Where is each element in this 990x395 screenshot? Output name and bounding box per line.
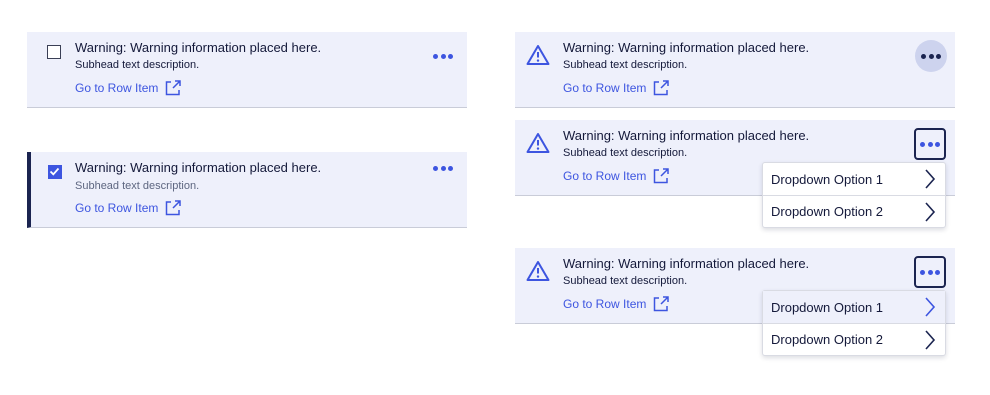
- list-row-unchecked[interactable]: Warning: Warning information placed here…: [27, 32, 467, 108]
- row-checkbox[interactable]: [47, 45, 61, 59]
- dropdown-option-label: Dropdown Option 2: [771, 332, 884, 347]
- external-link-icon: [654, 296, 670, 312]
- row-title: Warning: Warning information placed here…: [75, 160, 322, 175]
- warning-triangle-icon: [526, 133, 550, 153]
- more-horizontal-icon: [432, 53, 455, 59]
- row-title: Warning: Warning information placed here…: [563, 256, 810, 271]
- row-title: Warning: Warning information placed here…: [75, 40, 322, 55]
- more-options-button[interactable]: [914, 128, 946, 160]
- dropdown-option-label: Dropdown Option 1: [771, 171, 884, 187]
- more-horizontal-icon: [432, 165, 455, 171]
- go-to-row-link[interactable]: Go to Row Item: [75, 79, 182, 97]
- chevron-right-icon: [925, 201, 936, 222]
- row-subhead: Subhead text description.: [563, 275, 688, 287]
- dropdown-option-1[interactable]: Dropdown Option 1: [763, 291, 945, 323]
- warning-triangle-icon: [526, 45, 550, 65]
- dropdown-option-label: Dropdown Option 1: [771, 299, 884, 315]
- go-to-row-label: Go to Row Item: [563, 81, 647, 95]
- go-to-row-label: Go to Row Item: [563, 297, 647, 311]
- more-horizontal-icon: [919, 269, 942, 275]
- chevron-right-icon: [925, 169, 936, 189]
- row-subhead: Subhead text description.: [75, 59, 200, 71]
- external-link-icon: [166, 80, 182, 96]
- row-title: Warning: Warning information placed here…: [563, 128, 810, 143]
- more-options-button[interactable]: [427, 152, 459, 184]
- dropdown-option-1[interactable]: Dropdown Option 1: [763, 163, 945, 195]
- more-options-button[interactable]: [915, 40, 947, 72]
- go-to-row-label: Go to Row Item: [75, 201, 159, 215]
- external-link-icon: [654, 80, 670, 96]
- row-subhead: Subhead text description.: [563, 59, 688, 71]
- checkmark-icon: [49, 167, 60, 176]
- go-to-row-label: Go to Row Item: [563, 169, 647, 183]
- list-row-selected[interactable]: Warning: Warning information placed here…: [27, 152, 467, 228]
- row-title: Warning: Warning information placed here…: [563, 40, 810, 55]
- dropdown-option-2[interactable]: Dropdown Option 2: [763, 195, 945, 227]
- chevron-right-icon: [925, 329, 936, 350]
- go-to-row-label: Go to Row Item: [75, 81, 159, 95]
- go-to-row-link[interactable]: Go to Row Item: [563, 79, 670, 97]
- more-options-button[interactable]: [914, 256, 946, 288]
- row-subhead: Subhead text description.: [75, 180, 200, 192]
- warning-triangle-icon: [526, 261, 550, 281]
- more-horizontal-icon: [920, 53, 943, 59]
- dropdown-option-label: Dropdown Option 2: [771, 204, 884, 219]
- more-horizontal-icon: [919, 141, 942, 147]
- dropdown-menu: Dropdown Option 1 Dropdown Option 2: [762, 162, 946, 228]
- warning-row-hover[interactable]: Warning: Warning information placed here…: [515, 32, 955, 108]
- external-link-icon: [166, 200, 182, 216]
- go-to-row-link[interactable]: Go to Row Item: [563, 167, 670, 185]
- chevron-right-icon: [925, 297, 936, 317]
- go-to-row-link[interactable]: Go to Row Item: [563, 295, 670, 313]
- more-options-button[interactable]: [427, 40, 459, 72]
- dropdown-menu: Dropdown Option 1 Dropdown Option 2: [762, 290, 946, 356]
- go-to-row-link[interactable]: Go to Row Item: [75, 199, 182, 217]
- row-checkbox-checked[interactable]: [48, 165, 62, 179]
- row-subhead: Subhead text description.: [563, 147, 688, 159]
- dropdown-option-2[interactable]: Dropdown Option 2: [763, 323, 945, 355]
- external-link-icon: [654, 168, 670, 184]
